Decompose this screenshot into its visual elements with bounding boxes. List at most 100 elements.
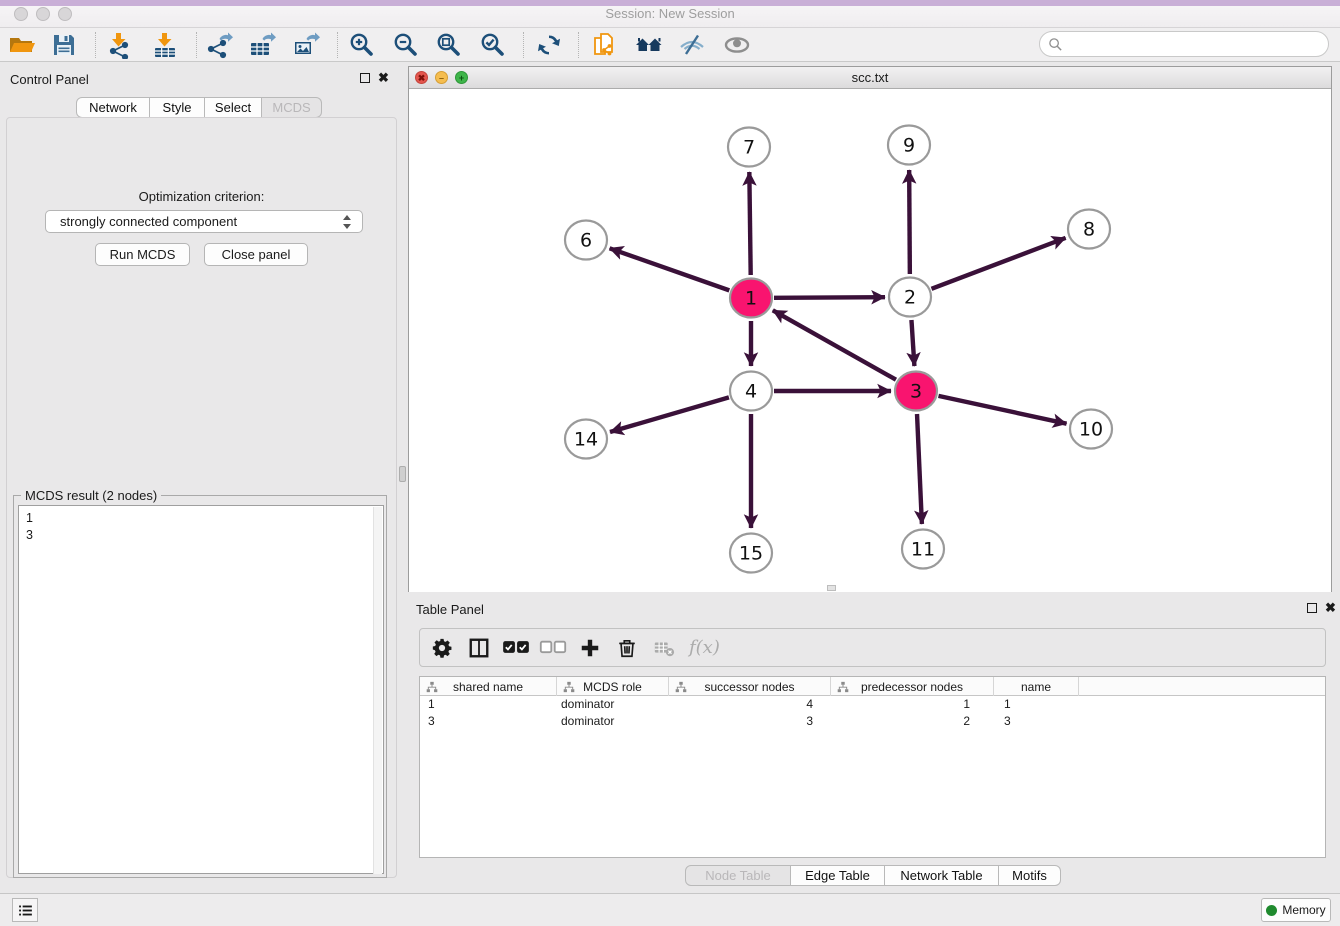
zoom-out-icon <box>392 31 420 59</box>
search-box[interactable] <box>1039 31 1329 57</box>
node-3[interactable]: 3 <box>895 372 937 411</box>
settings-gear-button[interactable] <box>427 634 457 662</box>
node-1[interactable]: 1 <box>730 279 772 318</box>
hide-view-icon <box>678 31 706 59</box>
mcds-result-title: MCDS result (2 nodes) <box>21 488 161 503</box>
tab-network[interactable]: Network <box>76 97 150 118</box>
network-canvas[interactable]: 7 9 6 8 1 2 4 3 14 10 15 11 <box>409 89 1331 592</box>
column-header-predecessor-nodes[interactable]: predecessor nodes <box>831 677 994 696</box>
deselect-all-checks-button[interactable] <box>538 634 568 662</box>
edge-3-11[interactable] <box>917 414 922 524</box>
open-session-button[interactable] <box>5 30 39 60</box>
close-panel-button[interactable]: Close panel <box>204 243 308 266</box>
export-network-button[interactable] <box>202 30 236 60</box>
edge-1-7[interactable] <box>749 172 750 275</box>
export-image-button[interactable] <box>289 30 323 60</box>
node-6[interactable]: 6 <box>565 221 607 260</box>
cell-successor-nodes[interactable]: 3 <box>669 713 831 730</box>
node-table[interactable]: shared nameMCDS rolesuccessor nodesprede… <box>419 676 1326 858</box>
run-mcds-button[interactable]: Run MCDS <box>95 243 190 266</box>
table-close-icon[interactable]: ✖ <box>1325 600 1336 616</box>
zoom-out-button[interactable] <box>389 30 423 60</box>
tab-mcds[interactable]: MCDS <box>262 97 322 118</box>
close-panel-icon[interactable]: ✖ <box>378 70 389 86</box>
tab-edge-table[interactable]: Edge Table <box>791 865 885 886</box>
tab-network-table[interactable]: Network Table <box>885 865 999 886</box>
column-header-name[interactable]: name <box>994 677 1079 696</box>
control-panel-title: Control Panel <box>10 72 89 87</box>
cell-predecessor-nodes[interactable]: 1 <box>831 696 994 713</box>
criterion-dropdown[interactable]: strongly connected component <box>45 210 363 233</box>
column-header-shared-name[interactable]: shared name <box>420 677 557 696</box>
tab-select[interactable]: Select <box>205 97 262 118</box>
edge-2-8[interactable] <box>932 238 1066 289</box>
edge-2-3[interactable] <box>911 320 914 366</box>
cell-MCDS-role[interactable]: dominator <box>557 696 669 713</box>
save-session-button[interactable] <box>47 30 81 60</box>
show-view-icon <box>723 31 751 59</box>
float-panel-icon[interactable] <box>360 73 370 83</box>
node-4[interactable]: 4 <box>730 372 772 411</box>
save-session-icon <box>50 31 78 59</box>
toolbar-separator <box>337 32 338 58</box>
zoom-fit-button[interactable] <box>432 30 466 60</box>
panel-divider-handle[interactable] <box>399 466 406 482</box>
node-15[interactable]: 15 <box>730 534 772 573</box>
search-input[interactable] <box>1063 34 1328 54</box>
table-float-icon[interactable] <box>1307 603 1317 613</box>
column-header-successor-nodes[interactable]: successor nodes <box>669 677 831 696</box>
home-view-button[interactable] <box>632 30 666 60</box>
network-document-button[interactable] <box>588 30 622 60</box>
cell-predecessor-nodes[interactable]: 2 <box>831 713 994 730</box>
open-session-icon <box>8 31 36 59</box>
node-10[interactable]: 10 <box>1070 410 1112 449</box>
tab-style[interactable]: Style <box>150 97 205 118</box>
table-panel: Table Panel ✖ f(x) shared nameMCDS roles… <box>408 596 1332 886</box>
import-network-button[interactable] <box>102 30 136 60</box>
network-resize-handle[interactable] <box>827 585 836 591</box>
node-8[interactable]: 8 <box>1068 210 1110 249</box>
select-all-checks-button[interactable] <box>501 634 531 662</box>
cell-name[interactable]: 3 <box>994 713 1079 730</box>
cell-successor-nodes[interactable]: 4 <box>669 696 831 713</box>
cell-shared-name[interactable]: 1 <box>420 696 557 713</box>
result-scrollbar[interactable] <box>373 507 382 874</box>
edge-1-2[interactable] <box>774 297 885 298</box>
delete-rows-button[interactable] <box>612 634 642 662</box>
show-view-button[interactable] <box>720 30 754 60</box>
hide-view-button[interactable] <box>675 30 709 60</box>
zoom-in-button[interactable] <box>345 30 379 60</box>
task-history-button[interactable] <box>12 898 38 922</box>
table-row[interactable]: 1dominator411 <box>420 696 1325 713</box>
zoom-selected-button[interactable] <box>476 30 510 60</box>
network-graph[interactable]: 7 9 6 8 1 2 4 3 14 10 15 11 <box>409 89 1331 592</box>
node-2[interactable]: 2 <box>889 278 931 317</box>
node-9[interactable]: 9 <box>888 126 930 165</box>
node-7[interactable]: 7 <box>728 128 770 167</box>
toggle-columns-button[interactable] <box>464 634 494 662</box>
svg-text:10: 10 <box>1079 419 1103 441</box>
cell-name[interactable]: 1 <box>994 696 1079 713</box>
export-table-button[interactable] <box>245 30 279 60</box>
cell-MCDS-role[interactable]: dominator <box>557 713 669 730</box>
import-table-button[interactable] <box>148 30 182 60</box>
memory-label: Memory <box>1282 903 1325 917</box>
mcds-result-text[interactable]: 1 3 <box>18 505 384 874</box>
edge-4-14[interactable] <box>610 397 729 432</box>
edge-1-6[interactable] <box>610 248 730 290</box>
tab-motifs[interactable]: Motifs <box>999 865 1061 886</box>
tab-node-table[interactable]: Node Table <box>685 865 791 886</box>
node-11[interactable]: 11 <box>902 530 944 569</box>
column-header-MCDS-role[interactable]: MCDS role <box>557 677 669 696</box>
table-row[interactable]: 3dominator323 <box>420 713 1325 730</box>
edge-2-9[interactable] <box>909 170 910 274</box>
memory-button[interactable]: Memory <box>1261 898 1331 922</box>
session-title: Session: New Session <box>0 6 1340 21</box>
node-14[interactable]: 14 <box>565 420 607 459</box>
cell-shared-name[interactable]: 3 <box>420 713 557 730</box>
add-row-button[interactable] <box>575 634 605 662</box>
network-window-titlebar[interactable]: ✖ – + scc.txt <box>409 67 1331 89</box>
refresh-view-button[interactable] <box>532 30 566 60</box>
edge-3-1[interactable] <box>773 310 896 379</box>
edge-3-10[interactable] <box>938 396 1066 424</box>
